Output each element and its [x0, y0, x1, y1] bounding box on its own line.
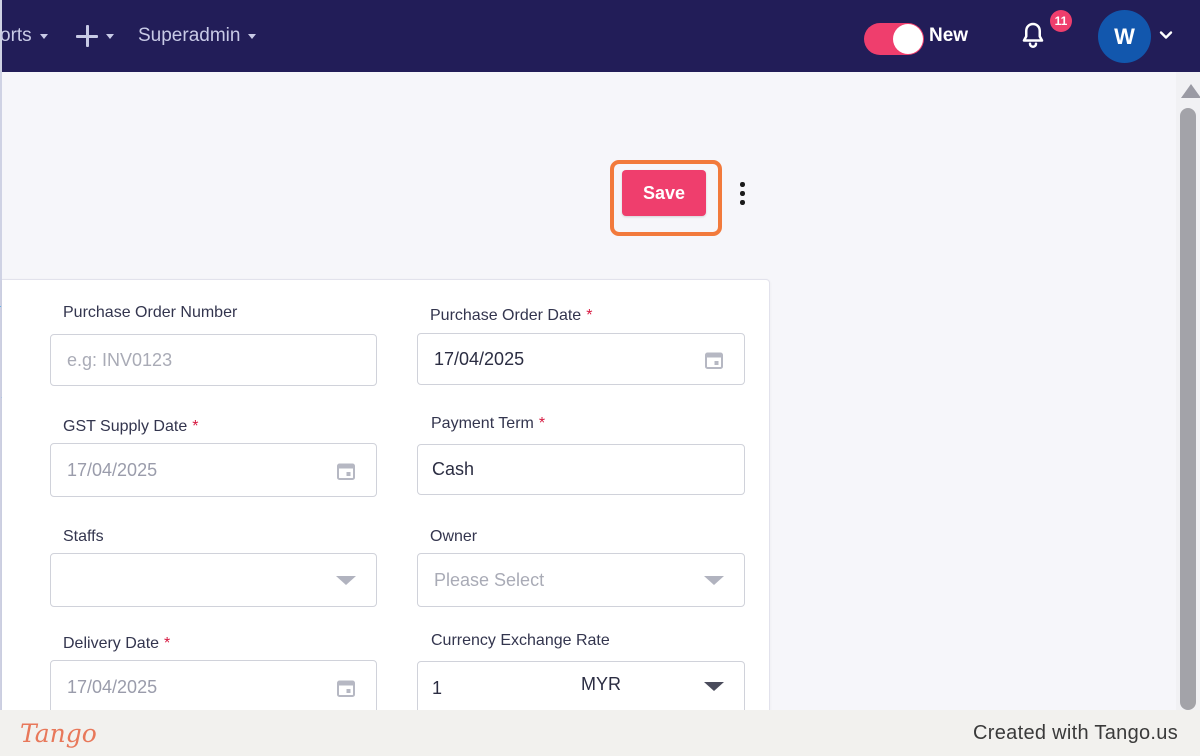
delivery-date-input[interactable]: 17/04/2025	[50, 660, 377, 714]
gst-supply-date-label: GST Supply Date *	[63, 418, 198, 436]
plus-icon	[76, 25, 98, 47]
nav-add-menu[interactable]	[76, 0, 114, 72]
vertical-scrollbar[interactable]	[1176, 72, 1200, 710]
toggle-label: New	[929, 25, 969, 46]
po-date-label: Purchase Order Date *	[430, 307, 592, 325]
staffs-label: Staffs	[63, 528, 104, 546]
po-date-label-text: Purchase Order Date	[430, 307, 582, 324]
po-number-placeholder: e.g: INV0123	[67, 349, 173, 370]
notification-count-badge: 11	[1050, 10, 1072, 32]
save-button[interactable]: Save	[622, 170, 706, 216]
payment-term-input[interactable]: Cash	[417, 444, 745, 495]
scroll-thumb[interactable]	[1180, 108, 1196, 710]
nav-reports-menu[interactable]: orts	[0, 0, 48, 72]
currency-code[interactable]: MYR	[581, 674, 621, 695]
owner-label-text: Owner	[430, 528, 478, 545]
caret-down-icon	[248, 33, 257, 39]
top-navigation-bar: orts Superadmin New 11 W	[0, 0, 1200, 72]
calendar-icon[interactable]	[336, 461, 356, 481]
exchange-rate-value: 1	[432, 677, 443, 698]
tango-footer: Tango Created with Tango.us	[0, 710, 1200, 756]
caret-down-icon	[39, 33, 48, 39]
payment-term-label-text: Payment Term	[431, 415, 534, 432]
calendar-icon[interactable]	[336, 678, 356, 698]
kebab-dot	[740, 182, 745, 187]
currency-exchange-input[interactable]: 1 MYR	[417, 661, 745, 715]
caret-down-icon[interactable]	[704, 682, 724, 691]
page-content: Save Purchase Order Number e.g: INV0123 …	[0, 72, 1176, 719]
notifications-button[interactable]	[1018, 20, 1050, 52]
payment-term-label: Payment Term *	[431, 415, 545, 433]
staffs-label-text: Staffs	[63, 528, 104, 545]
kebab-dot	[740, 191, 745, 196]
nav-superadmin-label: Superadmin	[138, 25, 241, 46]
required-mark: *	[164, 635, 171, 652]
gst-supply-date-input[interactable]: 17/04/2025	[50, 443, 377, 497]
po-date-input[interactable]: 17/04/2025	[417, 333, 745, 385]
caret-down-icon	[106, 33, 114, 39]
owner-placeholder: Please Select	[434, 569, 545, 590]
chevron-down-icon[interactable]	[1159, 30, 1173, 40]
nav-reports-label: orts	[0, 25, 32, 46]
footer-credit: Created with Tango.us	[973, 721, 1178, 744]
owner-label: Owner	[430, 528, 477, 546]
gst-supply-date-value: 17/04/2025	[67, 459, 158, 480]
currency-exchange-label: Currency Exchange Rate	[431, 632, 610, 650]
owner-select[interactable]: Please Select	[417, 553, 745, 607]
payment-term-value: Cash	[432, 459, 475, 479]
bell-icon	[1022, 22, 1044, 48]
tango-logo: Tango	[20, 718, 97, 748]
po-number-label: Purchase Order Number	[63, 304, 237, 322]
po-number-input[interactable]: e.g: INV0123	[50, 334, 377, 386]
currency-exchange-label-text: Currency Exchange Rate	[431, 632, 610, 649]
kebab-dot	[740, 200, 745, 205]
caret-down-icon	[336, 576, 356, 585]
scroll-up-icon[interactable]	[1181, 84, 1200, 98]
required-mark: *	[192, 418, 199, 435]
delivery-date-value: 17/04/2025	[67, 676, 158, 697]
calendar-icon[interactable]	[704, 350, 724, 370]
required-mark: *	[538, 415, 546, 432]
nav-superadmin-menu[interactable]: Superadmin	[138, 0, 257, 72]
user-avatar[interactable]: W	[1098, 10, 1151, 63]
delivery-date-label-text: Delivery Date	[63, 635, 160, 652]
toggle-knob	[893, 24, 923, 54]
po-date-value: 17/04/2025	[434, 348, 525, 369]
caret-down-icon	[704, 576, 724, 585]
po-number-label-text: Purchase Order Number	[63, 304, 238, 321]
required-mark: *	[586, 307, 593, 324]
gst-supply-date-label-text: GST Supply Date	[63, 418, 188, 435]
purchase-order-form: Purchase Order Number e.g: INV0123 Purch…	[2, 279, 770, 719]
delivery-date-label: Delivery Date *	[63, 635, 170, 653]
kebab-icon[interactable]	[734, 180, 750, 208]
staffs-select[interactable]	[50, 553, 377, 607]
new-ui-toggle[interactable]	[864, 23, 924, 55]
